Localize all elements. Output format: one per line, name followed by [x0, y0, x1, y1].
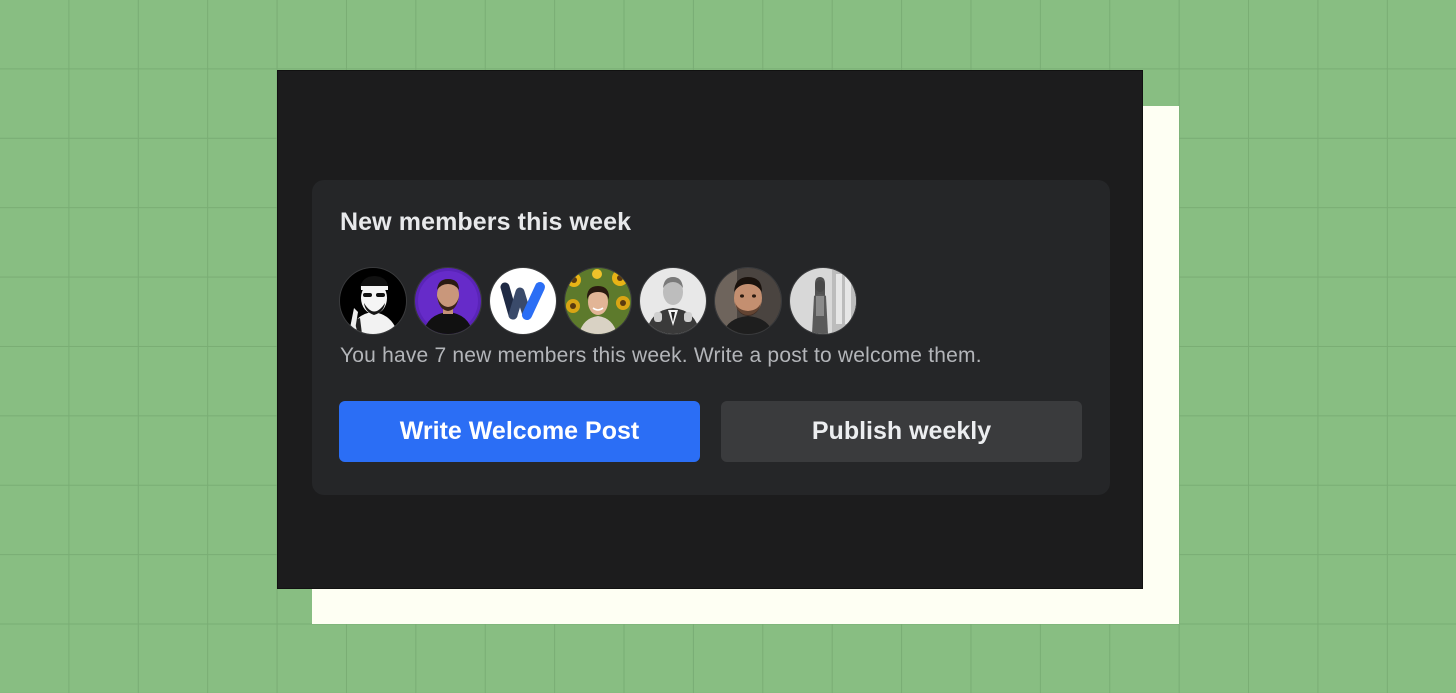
avatar-photo-icon — [715, 268, 781, 334]
card-title: New members this week — [340, 208, 632, 236]
avatar-photo-icon — [640, 268, 706, 334]
avatar-illustration-icon — [340, 268, 406, 334]
member-avatar-7[interactable] — [789, 267, 857, 335]
member-avatar-1[interactable] — [339, 267, 407, 335]
member-avatar-4[interactable] — [564, 267, 632, 335]
member-avatar-5[interactable] — [639, 267, 707, 335]
avatar-photo-icon — [565, 268, 631, 334]
new-members-card: New members this week You have 7 new mem… — [312, 180, 1110, 495]
member-avatar-2[interactable] — [414, 267, 482, 335]
write-welcome-post-button[interactable]: Write Welcome Post — [339, 401, 700, 462]
card-description: You have 7 new members this week. Write … — [340, 344, 982, 367]
member-avatar-6[interactable] — [714, 267, 782, 335]
member-avatar-3[interactable] — [489, 267, 557, 335]
app-screen: New members this week You have 7 new mem… — [277, 70, 1143, 589]
w-logo-icon — [490, 268, 556, 334]
avatar-photo-icon — [415, 268, 481, 334]
avatar-photo-icon — [790, 268, 856, 334]
publish-weekly-button[interactable]: Publish weekly — [721, 401, 1082, 462]
